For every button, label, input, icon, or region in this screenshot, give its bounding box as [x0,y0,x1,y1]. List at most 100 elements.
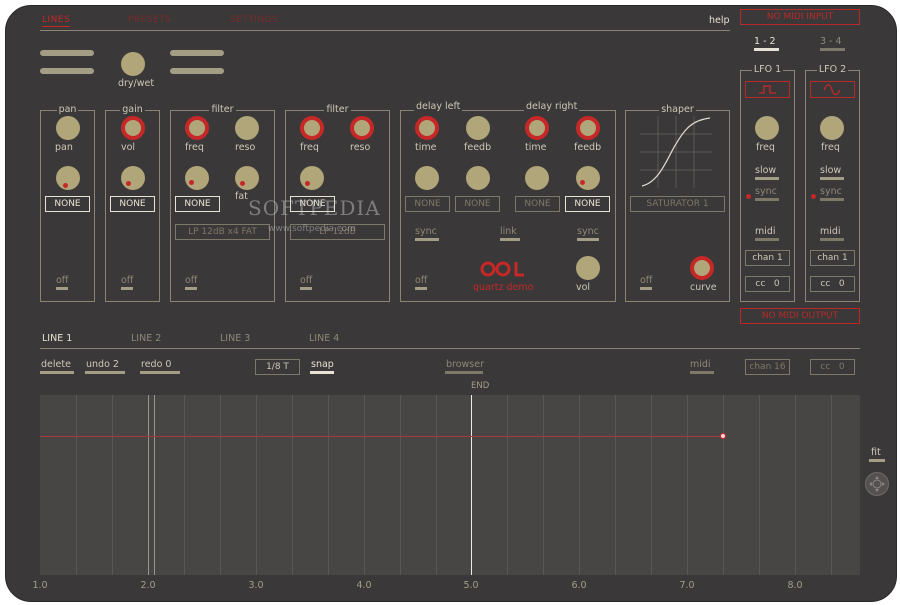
shaper-curve-display[interactable] [640,116,712,188]
delay-left-feedb-knob[interactable] [466,116,490,140]
lfo2-slow-label[interactable]: slow [820,165,841,176]
gain-vol-knob[interactable] [121,116,145,140]
delay-left-mod2-knob[interactable] [466,166,490,190]
delay-link-label[interactable]: link [500,226,517,237]
delay-right-time-knob[interactable] [525,116,549,140]
navigator-icon[interactable] [865,472,889,496]
lfo1-chan-select[interactable]: chan 1 [745,250,790,266]
shaper-off-toggle[interactable] [640,287,652,290]
tab-line-1[interactable]: LINE 1 [42,333,72,344]
lfo1-freq-knob[interactable] [755,116,779,140]
tab-line-4[interactable]: LINE 4 [309,333,339,344]
filter2-freq-knob[interactable] [300,116,324,140]
automation-timeline[interactable] [40,395,860,575]
filter2-off-toggle[interactable] [300,287,312,290]
lfo1-slow-label[interactable]: slow [755,165,776,176]
delay-right-sync-toggle[interactable] [577,238,599,241]
dry-wet-knob[interactable] [121,52,145,76]
lfo2-sync-label[interactable]: sync [820,186,842,197]
delay-left-sync-toggle[interactable] [415,238,439,241]
delay-link-toggle[interactable] [500,238,520,241]
line-chan-select[interactable]: chan 16 [745,359,790,375]
lfo2-freq-knob[interactable] [820,116,844,140]
delay-off-label[interactable]: off [415,275,427,286]
menu-lines[interactable]: LINES [42,15,70,25]
menu-settings[interactable]: SETTINGS [230,15,278,25]
tab-line-2[interactable]: LINE 2 [131,333,161,344]
lfo2-sync-toggle[interactable] [820,198,844,201]
redo-button[interactable]: redo 0 [141,359,171,370]
filter1-type-select[interactable]: LP 12dB x4 FAT [175,224,270,240]
snap-toggle[interactable]: snap [311,359,334,370]
fit-button[interactable]: fit [871,447,881,458]
delay-left-assign1[interactable]: NONE [405,196,450,212]
delay-left-assign2[interactable]: NONE [455,196,500,212]
filter1-reso-knob[interactable] [235,116,259,140]
lfo2-slow-toggle[interactable] [820,177,844,180]
menu-presets[interactable]: PRESETS [128,15,171,25]
gain-mod-knob[interactable] [121,166,145,190]
delay-right-sync-label[interactable]: sync [577,226,599,237]
line-midi-toggle[interactable]: midi [690,359,711,370]
undo-button[interactable]: undo 2 [86,359,119,370]
midi-output-indicator[interactable]: NO MIDI OUTPUT [740,308,860,324]
lfo1-sync-label[interactable]: sync [755,186,777,197]
gain-assign-button[interactable]: NONE [110,196,155,212]
delay-vol-knob[interactable] [576,256,600,280]
shaper-off-label[interactable]: off [640,275,652,286]
lfo1-midi-label[interactable]: midi [755,226,776,237]
lfo2-chan-select[interactable]: chan 1 [810,250,855,266]
lfo1-slow-toggle[interactable] [755,177,779,180]
pan-assign-button[interactable]: NONE [45,196,90,212]
delay-left-sync-label[interactable]: sync [415,226,437,237]
end-marker[interactable] [471,395,472,575]
pan-knob[interactable] [56,116,80,140]
filter2-off-label[interactable]: off [300,275,312,286]
lfo2-midi-toggle[interactable] [820,238,844,241]
delay-right-mod1-knob[interactable] [525,166,549,190]
line-slider-3[interactable] [170,50,224,56]
lfo2-cc-field[interactable]: cc 0 [810,276,855,292]
delay-left-mod1-knob[interactable] [415,166,439,190]
automation-point[interactable] [720,433,726,439]
shaper-type-select[interactable]: SATURATOR 1 [630,196,725,212]
line-slider-2[interactable] [40,68,94,74]
gain-off-toggle[interactable] [121,287,133,290]
filter1-off-label[interactable]: off [185,275,197,286]
lfo1-shape-button[interactable] [745,81,790,98]
grid-select[interactable]: 1/8 T [255,359,300,375]
filter1-freq-knob[interactable] [185,116,209,140]
shaper-curve-knob[interactable] [690,256,714,280]
lfo2-shape-button[interactable] [810,81,855,98]
lfo1-sync-toggle[interactable] [755,198,779,201]
delete-button[interactable]: delete [41,359,71,370]
delay-right-feedb-knob[interactable] [576,116,600,140]
delay-right-assign2[interactable]: NONE [565,196,610,212]
lfo1-midi-toggle[interactable] [755,238,779,241]
filter1-assign-button[interactable]: NONE [175,196,220,212]
tab-line-3[interactable]: LINE 3 [220,333,250,344]
loop-start-marker[interactable] [154,395,155,575]
pan-off-toggle[interactable] [56,287,68,290]
filter1-off-toggle[interactable] [185,287,197,290]
filter2-mod-knob[interactable] [300,166,324,190]
delay-left-time-knob[interactable] [415,116,439,140]
gain-off-label[interactable]: off [121,275,133,286]
browser-button[interactable]: browser [446,359,484,370]
help-link[interactable]: help [709,15,730,26]
lfo-tab-1-2[interactable]: 1 - 2 [754,36,776,47]
filter1-mod-knob[interactable] [185,166,209,190]
filter2-reso-knob[interactable] [350,116,374,140]
line-slider-1[interactable] [40,50,94,56]
delay-right-mod2-knob[interactable] [576,166,600,190]
lfo-tab-3-4[interactable]: 3 - 4 [820,36,842,47]
filter1-fat-knob[interactable] [235,166,259,190]
delay-off-toggle[interactable] [415,287,427,290]
line-slider-4[interactable] [170,68,224,74]
midi-input-indicator[interactable]: NO MIDI INPUT [740,9,860,25]
pan-mod-knob[interactable] [56,166,80,190]
line-cc-field[interactable]: cc 0 [810,359,855,375]
pan-off-label[interactable]: off [56,275,68,286]
lfo1-cc-field[interactable]: cc 0 [745,276,790,292]
lfo2-midi-label[interactable]: midi [820,226,841,237]
